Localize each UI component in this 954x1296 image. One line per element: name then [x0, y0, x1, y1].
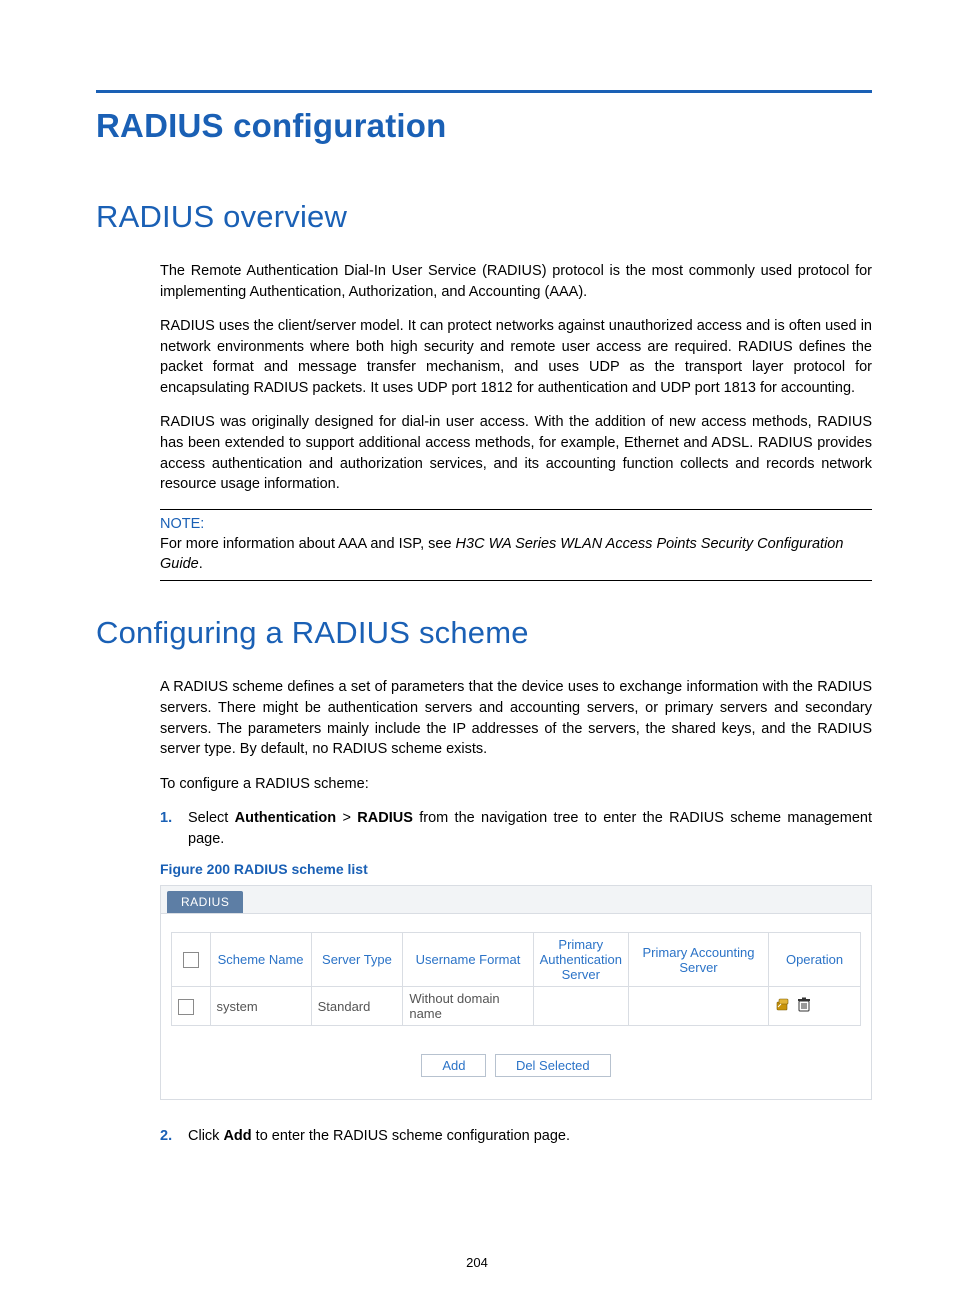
table-header-row: Scheme Name Server Type Username Format …	[172, 933, 861, 987]
cell-scheme-name: system	[210, 987, 311, 1026]
section-heading-config: Configuring a RADIUS scheme	[96, 615, 872, 651]
config-p2: To configure a RADIUS scheme:	[160, 774, 872, 795]
step-2-text-b: Add	[223, 1128, 251, 1144]
note-text: For more information about AAA and ISP, …	[160, 534, 872, 575]
row-checkbox-cell	[172, 987, 211, 1026]
header-server-type: Server Type	[311, 933, 403, 987]
config-p1: A RADIUS scheme defines a set of paramet…	[160, 677, 872, 759]
header-scheme-name: Scheme Name	[210, 933, 311, 987]
del-selected-button[interactable]: Del Selected	[495, 1054, 611, 1077]
step-1-text-c: >	[336, 810, 357, 826]
cell-primary-acct	[629, 987, 769, 1026]
config-body: A RADIUS scheme defines a set of paramet…	[160, 677, 872, 1147]
cell-primary-auth	[533, 987, 628, 1026]
table-row: system Standard Without domain name	[172, 987, 861, 1026]
step-1: 1. Select Authentication > RADIUS from t…	[160, 808, 872, 849]
step-1-text-b: Authentication	[235, 810, 337, 826]
step-2-text-a: Click	[188, 1128, 223, 1144]
overview-body: The Remote Authentication Dial-In User S…	[160, 261, 872, 581]
step-1-number: 1.	[160, 808, 172, 829]
add-button[interactable]: Add	[421, 1054, 486, 1077]
page-number: 204	[0, 1255, 954, 1270]
overview-p2: RADIUS uses the client/server model. It …	[160, 316, 872, 398]
header-checkbox-cell	[172, 933, 211, 987]
trash-icon[interactable]	[797, 997, 811, 1016]
step-1-text-d: RADIUS	[357, 810, 413, 826]
row-checkbox[interactable]	[178, 999, 194, 1015]
screenshot-body: Scheme Name Server Type Username Format …	[161, 914, 871, 1099]
note-text-suffix: .	[199, 556, 203, 572]
document-page: RADIUS configuration RADIUS overview The…	[0, 0, 954, 1296]
document-title: RADIUS configuration	[96, 107, 872, 145]
edit-icon[interactable]	[775, 997, 791, 1016]
steps-list-2: 2. Click Add to enter the RADIUS scheme …	[160, 1126, 872, 1147]
note-top-rule	[160, 509, 872, 510]
select-all-checkbox[interactable]	[183, 952, 199, 968]
figure-screenshot: RADIUS Scheme Name Server Type Username …	[160, 885, 872, 1100]
tab-bar: RADIUS	[161, 886, 871, 914]
cell-operation	[769, 987, 861, 1026]
section-heading-overview: RADIUS overview	[96, 199, 872, 235]
step-2-text-c: to enter the RADIUS scheme configuration…	[252, 1128, 570, 1144]
overview-p1: The Remote Authentication Dial-In User S…	[160, 261, 872, 302]
step-2: 2. Click Add to enter the RADIUS scheme …	[160, 1126, 872, 1147]
cell-username-format: Without domain name	[403, 987, 533, 1026]
step-2-number: 2.	[160, 1126, 172, 1147]
header-operation: Operation	[769, 933, 861, 987]
button-row: Add Del Selected	[171, 1054, 861, 1077]
cell-server-type: Standard	[311, 987, 403, 1026]
overview-p3: RADIUS was originally designed for dial-…	[160, 412, 872, 494]
radius-table: Scheme Name Server Type Username Format …	[171, 932, 861, 1026]
top-rule	[96, 90, 872, 93]
header-username-format: Username Format	[403, 933, 533, 987]
step-1-text-a: Select	[188, 810, 235, 826]
header-primary-acct: Primary Accounting Server	[629, 933, 769, 987]
note-label: NOTE:	[160, 516, 872, 532]
note-bottom-rule	[160, 580, 872, 581]
header-primary-auth: Primary Authentication Server	[533, 933, 628, 987]
steps-list: 1. Select Authentication > RADIUS from t…	[160, 808, 872, 849]
note-text-prefix: For more information about AAA and ISP, …	[160, 536, 456, 552]
note-box: NOTE: For more information about AAA and…	[160, 509, 872, 582]
figure-caption: Figure 200 RADIUS scheme list	[160, 861, 872, 877]
tab-radius[interactable]: RADIUS	[167, 891, 243, 913]
